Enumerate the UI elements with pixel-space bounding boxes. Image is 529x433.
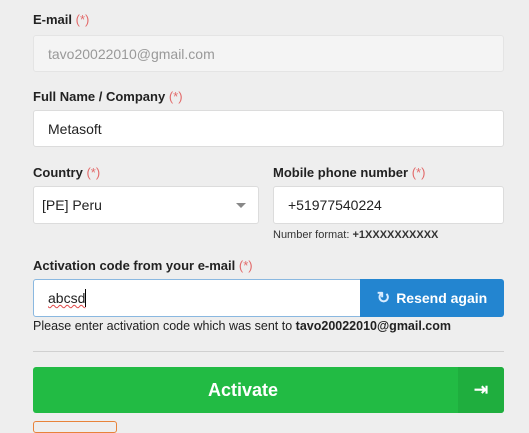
phone-label: Mobile phone number (*)	[273, 165, 426, 180]
activate-label: Activate	[207, 379, 279, 400]
email-field[interactable]: tavo20022010@gmail.com	[33, 35, 504, 72]
activation-label: Activation code from your e-mail (*)	[33, 258, 253, 273]
activate-button[interactable]: Activate ⇥	[33, 367, 504, 413]
chevron-down-icon	[236, 203, 246, 208]
resend-again-button[interactable]: ↻ Resend again	[360, 279, 504, 317]
full-name-field[interactable]: Metasoft	[33, 110, 504, 147]
activation-code-field[interactable]: abcsd	[33, 279, 361, 317]
secondary-button[interactable]	[33, 421, 117, 433]
country-select[interactable]: [PE] Peru	[33, 186, 259, 224]
refresh-icon: ↻	[376, 290, 391, 307]
phone-field[interactable]: +51977540224	[273, 186, 504, 224]
activation-help: Please enter activation code which was s…	[33, 319, 452, 333]
sign-in-icon: ⇥	[458, 367, 504, 413]
full-name-label: Full Name / Company (*)	[33, 89, 183, 104]
divider	[33, 351, 504, 352]
phone-hint: Number format: +1XXXXXXXXXX	[273, 229, 439, 241]
country-label: Country (*)	[33, 165, 101, 180]
email-label: E-mail (*)	[33, 12, 90, 27]
